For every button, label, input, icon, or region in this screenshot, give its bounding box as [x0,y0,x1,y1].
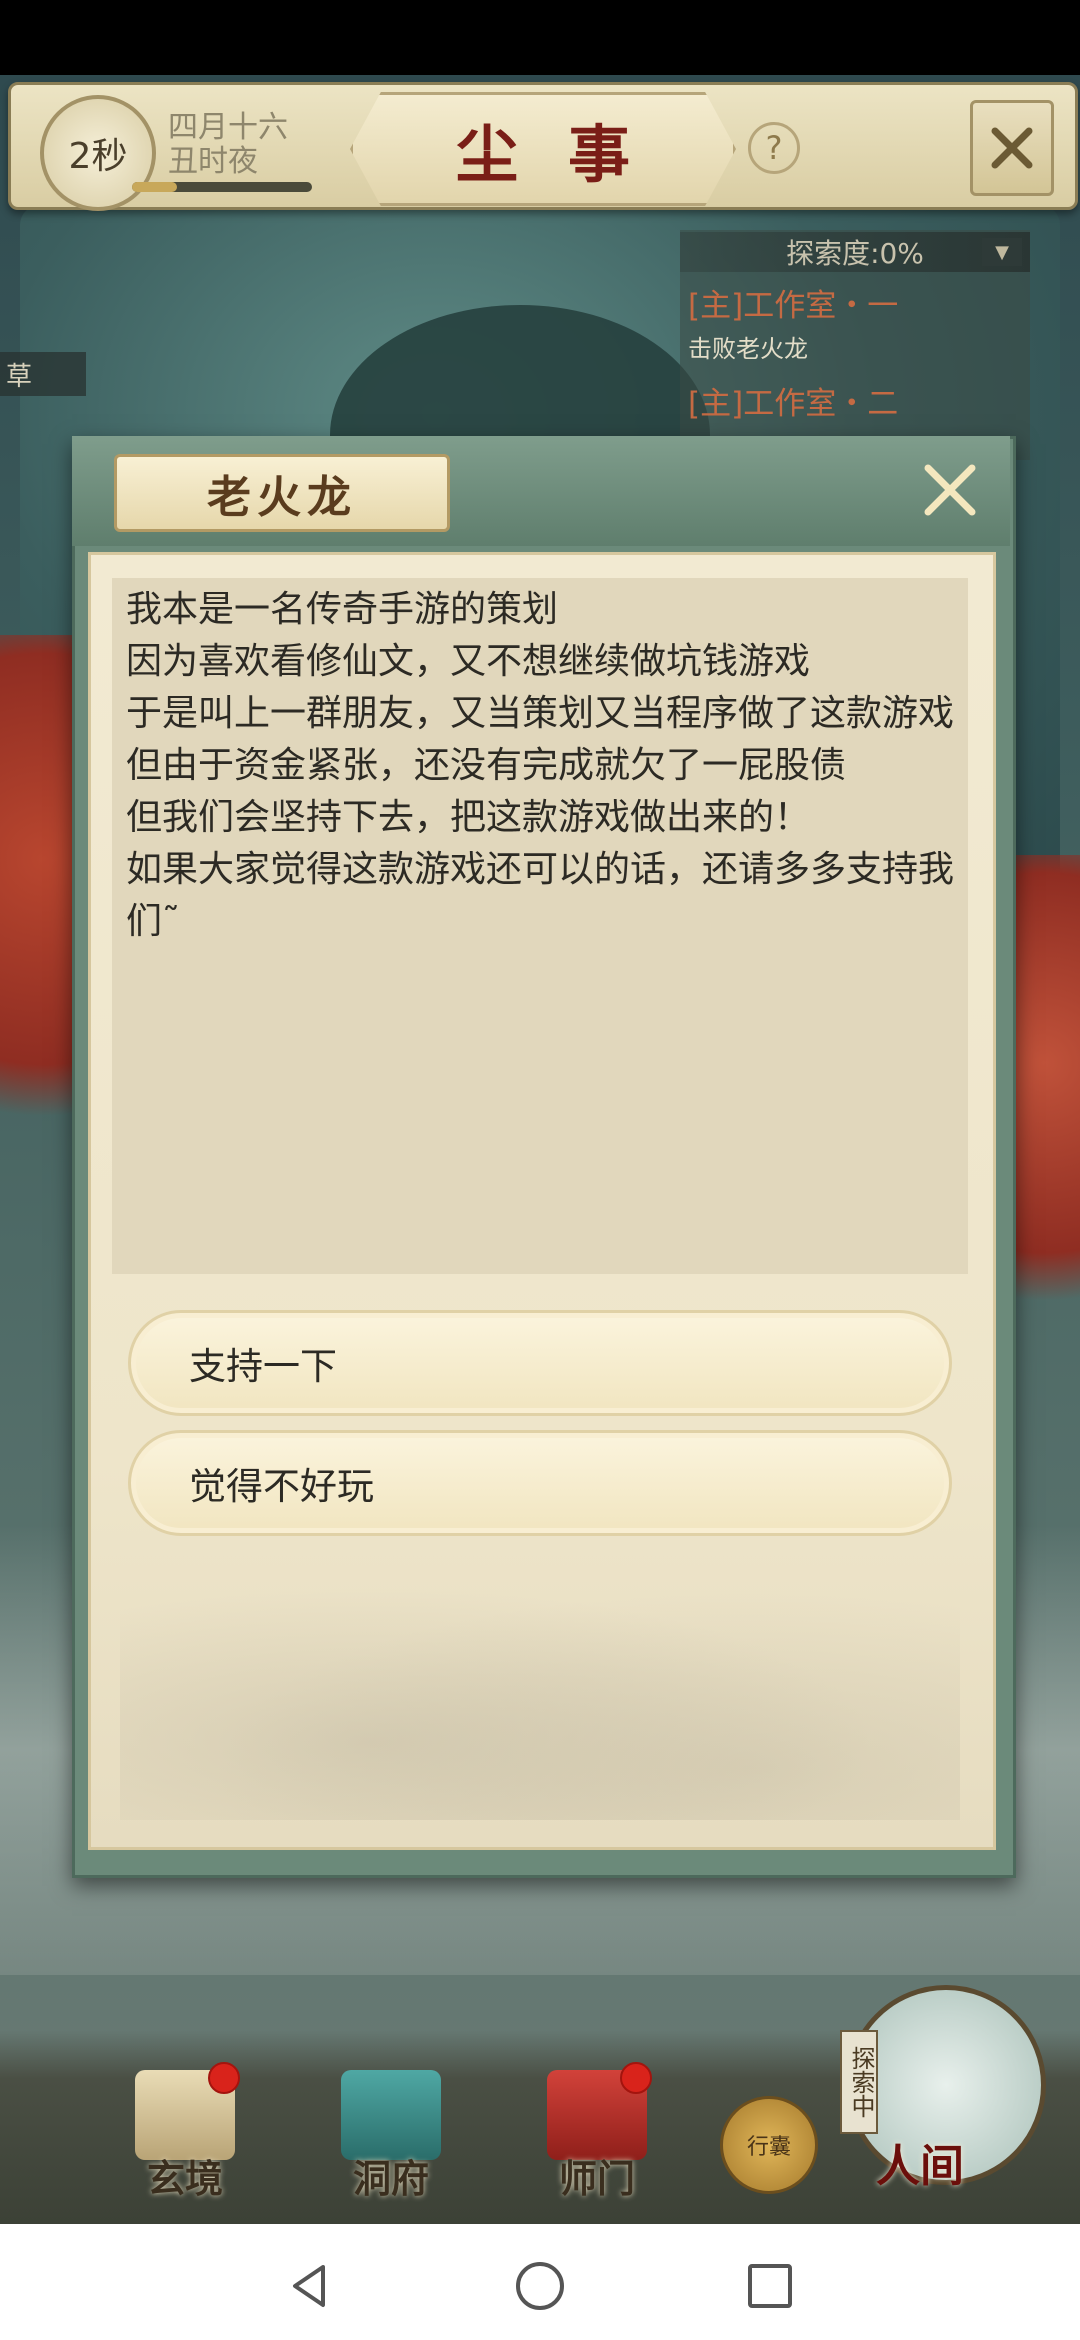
pavilion-icon [341,2070,441,2160]
recents-icon [748,2264,792,2308]
recents-button[interactable] [742,2258,798,2314]
home-icon [516,2262,564,2310]
dialog-line: 但我们会坚持下去，把这款游戏做出来的！ [126,797,811,838]
nav-label: 洞府 [352,2156,429,2201]
ink-landscape-decoration [120,1560,960,1820]
back-icon [293,2265,325,2307]
dialog-close-button[interactable] [918,458,982,522]
world-label: 人间 [876,2141,964,2192]
option-not-fun-button[interactable]: 觉得不好玩 [128,1430,952,1536]
bag-label: 行囊 [746,2135,791,2160]
title-plaque: 尘事 [350,92,736,206]
nav-item-dongfu[interactable]: 洞府 [326,2070,456,2203]
quest-title: [主]工作室・一 [688,288,899,324]
timer-text: 2秒 [68,136,128,177]
help-button[interactable]: ? [748,122,800,174]
dialog-line: 但由于资金紧张，还没有完成就欠了一屁股债 [126,745,847,786]
quest-item[interactable]: [主]工作室・一 击败老火龙 [688,280,1028,364]
notification-badge [208,2062,240,2094]
question-icon: ? [765,129,783,167]
nav-label: 师门 [558,2156,635,2201]
dialog-line: 于是叫上一群朋友，又当策划又当程序做了这款游戏 [126,693,955,734]
time-progress-bar [132,182,312,192]
top-close-button[interactable] [970,100,1054,196]
dialog-line: 我本是一名传奇手游的策划 [126,589,559,630]
back-button[interactable] [282,2258,338,2314]
close-icon [991,127,1033,169]
explore-progress: 探索度:0% [680,232,1030,272]
dialog-line: 因为喜欢看修仙文，又不想继续做坑钱游戏 [126,641,811,682]
date-hour: 丑时夜 [168,144,258,179]
timer-badge: 2秒 [40,95,156,211]
status-bar [0,0,1080,75]
quest-title: [主]工作室・二 [688,386,899,422]
npc-name-plaque: 老火龙 [114,454,450,532]
explore-status-tag: 探索中 [840,2030,878,2134]
nav-label: 玄境 [146,2156,223,2201]
page-title: 尘事 [455,118,680,191]
chevron-down-icon[interactable]: ▼ [982,238,1022,266]
quest-list: [主]工作室・一 击败老火龙 [主]工作室・二 [688,280,1028,437]
home-button[interactable] [512,2258,568,2314]
time-progress-fill [132,182,177,192]
option-support-button[interactable]: 支持一下 [128,1310,952,1416]
quest-desc: 击败老火龙 [688,335,808,363]
close-icon [924,464,976,516]
bag-button[interactable]: 行囊 [720,2096,818,2194]
notification-badge [620,2062,652,2094]
quest-item[interactable]: [主]工作室・二 [688,378,1028,423]
dialog-line: 如果大家觉得这款游戏还可以的话，还请多多支持我们˜ [126,849,955,942]
npc-name: 老火龙 [207,472,357,523]
dialog-text: 我本是一名传奇手游的策划 因为喜欢看修仙文，又不想继续做坑钱游戏 于是叫上一群朋… [126,584,956,948]
left-side-label[interactable]: 草 [0,352,86,396]
